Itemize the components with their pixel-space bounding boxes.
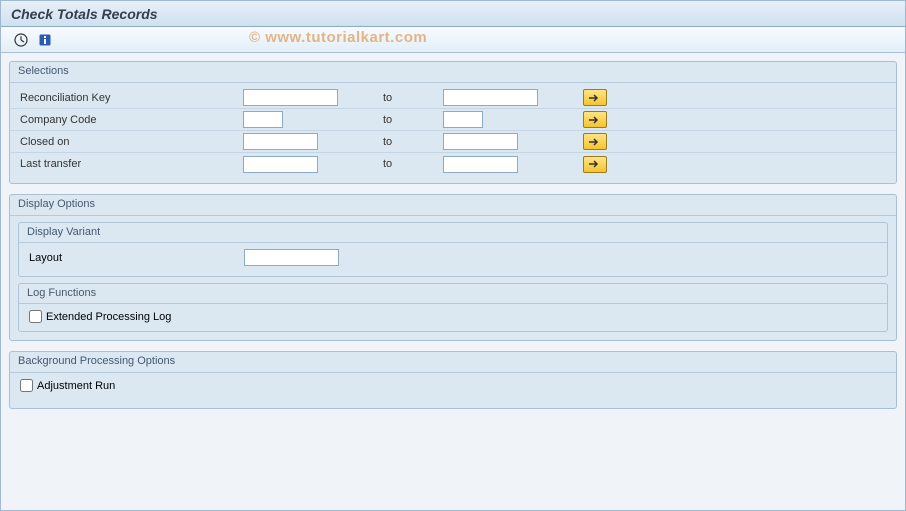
execute-icon bbox=[14, 33, 28, 47]
bg-options-group: Background Processing Options Adjustment… bbox=[9, 351, 897, 409]
closed-on-to-input[interactable] bbox=[443, 133, 518, 150]
bg-options-title: Background Processing Options bbox=[10, 352, 896, 373]
adjustment-run-label: Adjustment Run bbox=[37, 380, 115, 392]
label-closed-on: Closed on bbox=[18, 136, 243, 148]
title-bar: Check Totals Records bbox=[1, 1, 905, 27]
last-transfer-to-input[interactable] bbox=[443, 156, 518, 173]
info-icon bbox=[38, 33, 52, 47]
multiple-selection-button-0[interactable] bbox=[583, 89, 607, 106]
info-button[interactable] bbox=[35, 30, 55, 50]
log-functions-subgroup: Log Functions Extended Processing Log bbox=[18, 283, 888, 332]
to-label-3: to bbox=[383, 158, 443, 170]
log-functions-title: Log Functions bbox=[19, 284, 887, 304]
execute-button[interactable] bbox=[11, 30, 31, 50]
arrow-right-icon bbox=[588, 115, 602, 125]
display-options-group: Display Options Display Variant Layout L… bbox=[9, 194, 897, 341]
label-company-code: Company Code bbox=[18, 114, 243, 126]
layout-label: Layout bbox=[29, 252, 244, 264]
extended-log-row: Extended Processing Log bbox=[19, 304, 887, 331]
selections-group: Selections Reconciliation Key to Company… bbox=[9, 61, 897, 184]
arrow-right-icon bbox=[588, 93, 602, 103]
adjustment-run-checkbox[interactable] bbox=[20, 379, 33, 392]
row-reconciliation-key: Reconciliation Key to bbox=[10, 87, 896, 109]
display-variant-title: Display Variant bbox=[19, 223, 887, 243]
label-last-transfer: Last transfer bbox=[18, 158, 243, 170]
company-code-from-input[interactable] bbox=[243, 111, 283, 128]
content-area: Selections Reconciliation Key to Company… bbox=[1, 53, 905, 427]
to-label-1: to bbox=[383, 114, 443, 126]
reconciliation-key-from-input[interactable] bbox=[243, 89, 338, 106]
reconciliation-key-to-input[interactable] bbox=[443, 89, 538, 106]
multiple-selection-button-2[interactable] bbox=[583, 133, 607, 150]
arrow-right-icon bbox=[588, 159, 602, 169]
company-code-to-input[interactable] bbox=[443, 111, 483, 128]
label-reconciliation-key: Reconciliation Key bbox=[18, 92, 243, 104]
layout-row: Layout bbox=[29, 249, 877, 266]
extended-log-checkbox[interactable] bbox=[29, 310, 42, 323]
multiple-selection-button-1[interactable] bbox=[583, 111, 607, 128]
layout-input[interactable] bbox=[244, 249, 339, 266]
display-variant-subgroup: Display Variant Layout bbox=[18, 222, 888, 277]
last-transfer-from-input[interactable] bbox=[243, 156, 318, 173]
to-label-2: to bbox=[383, 136, 443, 148]
multiple-selection-button-3[interactable] bbox=[583, 156, 607, 173]
row-last-transfer: Last transfer to bbox=[10, 153, 896, 175]
page-title: Check Totals Records bbox=[11, 6, 158, 22]
arrow-right-icon bbox=[588, 137, 602, 147]
toolbar: © www.tutorialkart.com bbox=[1, 27, 905, 53]
closed-on-from-input[interactable] bbox=[243, 133, 318, 150]
adjustment-run-row: Adjustment Run bbox=[10, 373, 896, 400]
extended-log-label: Extended Processing Log bbox=[46, 311, 171, 323]
watermark: © www.tutorialkart.com bbox=[249, 29, 427, 46]
row-company-code: Company Code to bbox=[10, 109, 896, 131]
to-label-0: to bbox=[383, 92, 443, 104]
display-options-title: Display Options bbox=[10, 195, 896, 216]
row-closed-on: Closed on to bbox=[10, 131, 896, 153]
selections-title: Selections bbox=[10, 62, 896, 83]
